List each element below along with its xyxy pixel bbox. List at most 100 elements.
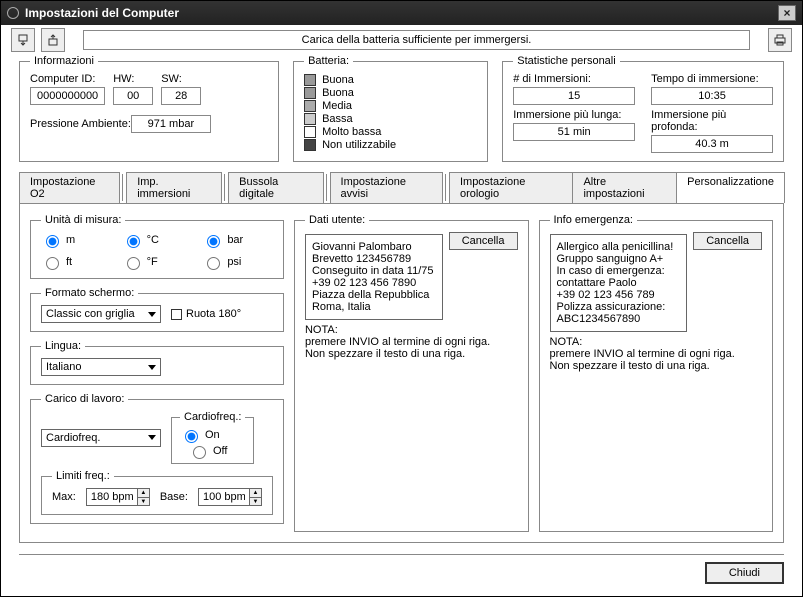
battery-level-icon xyxy=(304,74,316,86)
battery-level-row: Bassa xyxy=(304,113,477,125)
emergency-note-head: NOTA: xyxy=(550,336,583,348)
unit-bar-radio[interactable]: bar xyxy=(202,232,273,248)
battery-level-label: Buona xyxy=(322,74,354,86)
close-icon[interactable]: × xyxy=(778,5,796,21)
units-legend: Unità di misura: xyxy=(41,214,125,226)
computer-id-label: Computer ID: xyxy=(30,73,105,85)
cardio-group: Cardiofreq.: On Off xyxy=(171,411,254,464)
window: Impostazioni del Computer × Carica della… xyxy=(0,0,803,597)
emergency-textarea[interactable]: Allergico alla penicillina! Gruppo sangu… xyxy=(550,234,688,332)
longest-label: Immersione più lunga: xyxy=(513,109,635,121)
screen-format-select[interactable]: Classic con griglia xyxy=(41,305,161,323)
dives-label: # di Immersioni: xyxy=(513,73,635,85)
tab-altre-impostazioni[interactable]: Altre impostazioni xyxy=(572,172,677,203)
screen-legend: Formato schermo: xyxy=(41,287,138,299)
battery-level-row: Molto bassa xyxy=(304,126,477,138)
titlebar: Impostazioni del Computer × xyxy=(1,1,802,25)
language-group: Lingua: Italiano xyxy=(30,340,284,385)
stats-legend: Statistiche personali xyxy=(513,55,619,67)
sw-label: SW: xyxy=(161,73,201,85)
battery-level-row: Media xyxy=(304,100,477,112)
battery-legend: Batteria: xyxy=(304,55,353,67)
chevron-down-icon xyxy=(148,365,156,370)
battery-level-row: Buona xyxy=(304,74,477,86)
deepest-value: 40.3 m xyxy=(651,135,773,153)
units-group: Unità di misura: m °C bar ft °F psi xyxy=(30,214,284,279)
longest-value: 51 min xyxy=(513,123,635,141)
language-legend: Lingua: xyxy=(41,340,85,352)
cardio-on-radio[interactable]: On xyxy=(180,427,245,443)
battery-level-label: Media xyxy=(322,100,352,112)
user-data-cancel-button[interactable]: Cancella xyxy=(449,232,518,250)
unit-psi-radio[interactable]: psi xyxy=(202,254,273,270)
stats-group: Statistiche personali # di Immersioni: 15… xyxy=(502,55,784,162)
tab-strip: Impostazione O2Imp. immersioniBussola di… xyxy=(19,172,784,203)
freq-limits-group: Limiti freq.: Max: ▲▼ Base: ▲▼ xyxy=(41,470,273,515)
workload-legend: Carico di lavoro: xyxy=(41,393,128,405)
cardio-legend: Cardiofreq.: xyxy=(180,411,245,423)
download-from-device-button[interactable] xyxy=(11,28,35,52)
deepest-label: Immersione più profonda: xyxy=(651,109,773,133)
user-note-text: premere INVIO al termine di ogni riga. N… xyxy=(305,336,490,360)
user-note-head: NOTA: xyxy=(305,324,338,336)
sw-value: 28 xyxy=(161,87,201,105)
unit-ft-radio[interactable]: ft xyxy=(41,254,112,270)
battery-level-icon xyxy=(304,139,316,151)
max-bpm-stepper[interactable]: ▲▼ xyxy=(86,488,150,506)
computer-id-value: 0000000000 xyxy=(30,87,105,105)
battery-level-icon xyxy=(304,87,316,99)
hw-value: 00 xyxy=(113,87,153,105)
chevron-down-icon xyxy=(148,312,156,317)
upload-to-device-button[interactable] xyxy=(41,28,65,52)
language-select[interactable]: Italiano xyxy=(41,358,161,376)
user-data-legend: Dati utente: xyxy=(305,214,369,226)
tab-impostazione-orologio[interactable]: Impostazione orologio xyxy=(449,172,574,203)
toolbar: Carica della batteria sufficiente per im… xyxy=(1,25,802,55)
battery-level-row: Non utilizzabile xyxy=(304,139,477,151)
battery-level-icon xyxy=(304,126,316,138)
workload-group: Carico di lavoro: Cardiofreq. Cardiofreq… xyxy=(30,393,284,524)
status-message: Carica della batteria sufficiente per im… xyxy=(83,30,750,50)
battery-group: Batteria: BuonaBuonaMediaBassaMolto bass… xyxy=(293,55,488,162)
screen-format-group: Formato schermo: Classic con griglia Ruo… xyxy=(30,287,284,332)
print-button[interactable] xyxy=(768,28,792,52)
close-button[interactable]: Chiudi xyxy=(705,562,784,584)
tab-imp-immersioni[interactable]: Imp. immersioni xyxy=(126,172,222,203)
battery-level-label: Molto bassa xyxy=(322,126,381,138)
max-label: Max: xyxy=(52,491,76,503)
battery-level-icon xyxy=(304,100,316,112)
info-legend: Informazioni xyxy=(30,55,98,67)
unit-f-radio[interactable]: °F xyxy=(122,254,193,270)
base-bpm-stepper[interactable]: ▲▼ xyxy=(198,488,262,506)
tab-bussola-digitale[interactable]: Bussola digitale xyxy=(228,172,323,203)
battery-level-label: Buona xyxy=(322,87,354,99)
unit-c-radio[interactable]: °C xyxy=(122,232,193,248)
base-label: Base: xyxy=(160,491,188,503)
tab-personalizzatione[interactable]: Personalizzatione xyxy=(676,172,785,203)
hw-label: HW: xyxy=(113,73,153,85)
emergency-group: Info emergenza: Allergico alla penicilli… xyxy=(539,214,774,532)
user-data-textarea[interactable]: Giovanni Palombaro Brevetto 123456789 Co… xyxy=(305,234,443,320)
time-label: Tempo di immersione: xyxy=(651,73,773,85)
emergency-cancel-button[interactable]: Cancella xyxy=(693,232,762,250)
time-value: 10:35 xyxy=(651,87,773,105)
tab-impostazione-o2[interactable]: Impostazione O2 xyxy=(19,172,120,203)
battery-level-icon xyxy=(304,113,316,125)
battery-level-row: Buona xyxy=(304,87,477,99)
pressure-label: Pressione Ambiente: xyxy=(30,118,131,130)
battery-level-label: Non utilizzabile xyxy=(322,139,396,151)
tab-impostazione-avvisi[interactable]: Impostazione avvisi xyxy=(330,172,443,203)
tab-personalization: Unità di misura: m °C bar ft °F psi Form… xyxy=(19,203,784,543)
footer: Chiudi xyxy=(19,554,784,584)
app-icon xyxy=(7,7,19,19)
workload-select[interactable]: Cardiofreq. xyxy=(41,429,161,447)
info-group: Informazioni Computer ID: 0000000000 HW: 0… xyxy=(19,55,279,162)
emergency-note-text: premere INVIO al termine di ogni riga. N… xyxy=(550,348,735,372)
unit-m-radio[interactable]: m xyxy=(41,232,112,248)
rotate-checkbox[interactable]: Ruota 180° xyxy=(171,308,241,320)
chevron-down-icon xyxy=(148,435,156,440)
cardio-off-radio[interactable]: Off xyxy=(188,443,245,459)
emergency-legend: Info emergenza: xyxy=(550,214,638,226)
dives-value: 15 xyxy=(513,87,635,105)
pressure-value: 971 mbar xyxy=(131,115,211,133)
